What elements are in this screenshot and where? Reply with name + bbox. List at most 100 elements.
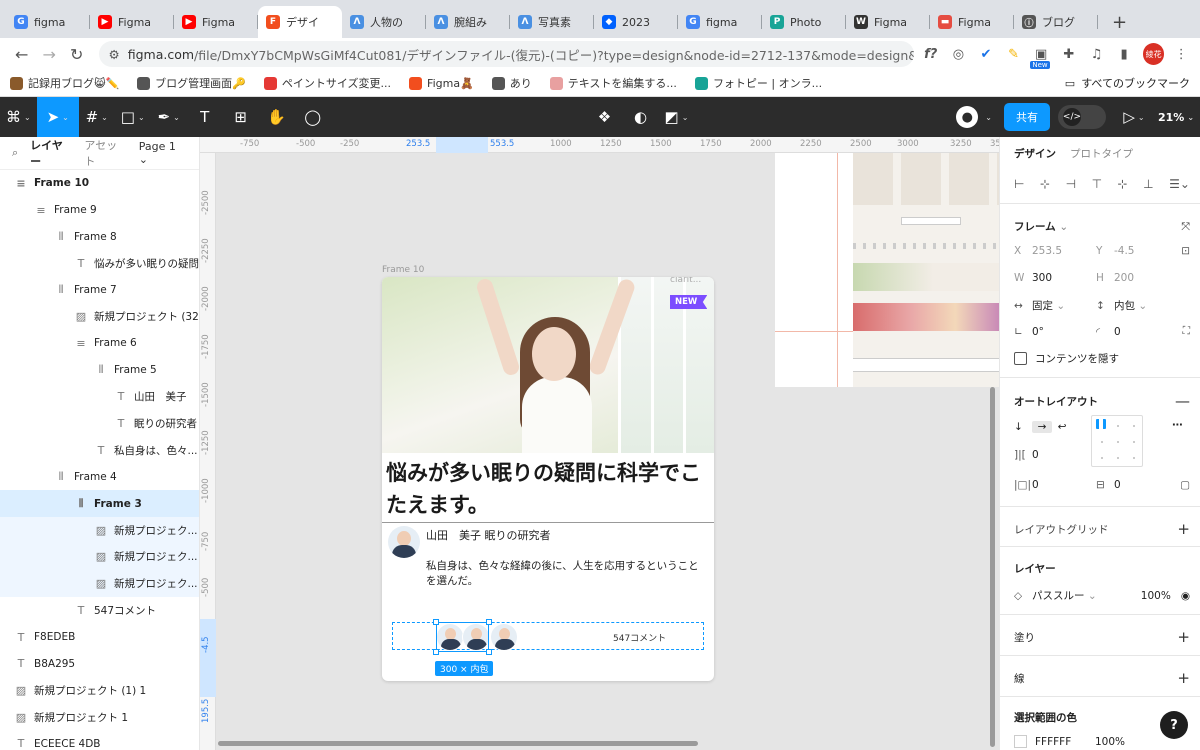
site-info-icon[interactable]: ⚙: [109, 47, 120, 62]
browser-tab[interactable]: W Figma: [846, 6, 930, 38]
absolute-position-icon[interactable]: ⊡: [1181, 245, 1190, 257]
fill-section[interactable]: 塗り +: [1014, 628, 1190, 646]
alignment-dot[interactable]: [1117, 457, 1119, 459]
profile-avatar[interactable]: 綾花: [1142, 43, 1165, 65]
layer-row[interactable]: T 眠りの研究者: [0, 410, 199, 437]
horizontal-scrollbar[interactable]: [218, 741, 698, 746]
wrap-direction-icon[interactable]: ↩: [1052, 421, 1072, 433]
tab-prototype[interactable]: プロトタイプ: [1070, 146, 1133, 161]
layer-row[interactable]: T 547コメント: [0, 597, 199, 624]
browser-tab[interactable]: ◆ 2023: [594, 6, 678, 38]
layer-row[interactable]: ≡ Frame 6: [0, 330, 199, 357]
avatars-row-frame[interactable]: 547コメント: [392, 619, 704, 655]
browser-tab[interactable]: Λ 人物の: [342, 6, 426, 38]
new-tab-button[interactable]: +: [1106, 6, 1133, 38]
layer-row[interactable]: T B8A295: [0, 650, 199, 677]
padding-v-input[interactable]: 0: [1114, 479, 1121, 491]
card-frame[interactable]: clarit... NEW 悩みが多い眠りの疑問に科学でこたえます。 山田 美子…: [382, 277, 714, 681]
browser-tab[interactable]: F デザイ: [258, 6, 342, 38]
align-center-h-icon[interactable]: ⊹: [1040, 177, 1050, 191]
align-bottom-icon[interactable]: ⊥: [1143, 177, 1153, 191]
hand-tool-icon[interactable]: ✋: [259, 97, 295, 137]
horizontal-direction-icon[interactable]: →: [1032, 421, 1052, 433]
kebab-menu-icon[interactable]: ⋮: [1170, 43, 1192, 65]
align-right-icon[interactable]: ⊣: [1066, 177, 1076, 191]
layer-row[interactable]: ▨ 新規プロジェク...: [0, 516, 199, 544]
padding-h-input[interactable]: 0: [1032, 479, 1096, 491]
shape-tool-icon[interactable]: □ ⌄: [115, 97, 151, 137]
compass-extension-icon[interactable]: ◎: [948, 43, 970, 65]
layer-row[interactable]: T F8EDEB: [0, 624, 199, 651]
media-icon[interactable]: ♫: [1086, 43, 1108, 65]
frame-tool-icon[interactable]: # ⌄: [79, 97, 115, 137]
layer-row[interactable]: ▨ 新規プロジェクト (1) 1: [0, 677, 199, 704]
resize-handle[interactable]: [486, 619, 492, 625]
browser-tab[interactable]: Gfigma: [6, 6, 90, 38]
help-button[interactable]: ?: [1160, 711, 1188, 739]
individual-padding-icon[interactable]: ▢: [1180, 479, 1190, 491]
width-mode-select[interactable]: 固定 ⌄: [1032, 298, 1096, 313]
move-tool-icon[interactable]: ➤ ⌄: [36, 97, 79, 137]
comment-count[interactable]: 547コメント: [613, 631, 666, 644]
search-layers-icon[interactable]: ⌕: [12, 146, 18, 160]
color-swatch[interactable]: [1014, 735, 1027, 748]
layer-row[interactable]: ⫴ Frame 8: [0, 223, 199, 250]
zoom-dropdown[interactable]: 21% ⌄: [1152, 97, 1200, 137]
radius-input[interactable]: 0: [1114, 326, 1121, 338]
reload-icon[interactable]: ↻: [63, 40, 91, 68]
add-fill-icon[interactable]: +: [1177, 628, 1190, 646]
layer-row[interactable]: ⫴ Frame 5: [0, 357, 199, 384]
alignment-grid[interactable]: [1091, 415, 1143, 467]
layer-row[interactable]: ▨ 新規プロジェクト (32...: [0, 303, 199, 330]
back-icon[interactable]: ←: [8, 40, 36, 68]
user-menu[interactable]: ● ⌄: [950, 97, 998, 137]
pencil-extension-icon[interactable]: ✎: [1003, 43, 1025, 65]
alignment-dot[interactable]: [1096, 419, 1106, 429]
vertical-direction-icon[interactable]: ↓: [1014, 421, 1032, 433]
clip-content-checkbox[interactable]: [1014, 352, 1027, 365]
bookmark-item[interactable]: ブログ管理画面🔑: [137, 75, 246, 91]
align-top-icon[interactable]: ⊤: [1092, 177, 1102, 191]
add-layout-grid-icon[interactable]: +: [1177, 520, 1190, 538]
selection-box[interactable]: [433, 619, 492, 655]
pen-tool-icon[interactable]: ✒ ⌄: [151, 97, 187, 137]
align-left-icon[interactable]: ⊢: [1014, 177, 1024, 191]
alignment-dot[interactable]: [1117, 425, 1119, 427]
tab-layers[interactable]: レイヤー: [30, 137, 72, 169]
page-selector[interactable]: Page 1 ⌄: [139, 140, 187, 166]
gap-input[interactable]: 0: [1032, 449, 1039, 461]
frame-section-title[interactable]: フレーム ⌄ ⤧: [1014, 219, 1190, 234]
autolayout-section-title[interactable]: オートレイアウト —: [1014, 392, 1190, 410]
clip-content-label[interactable]: コンテンツを隠す: [1035, 351, 1119, 366]
bookmark-item[interactable]: あり: [491, 75, 532, 91]
resize-handle[interactable]: [433, 619, 439, 625]
tab-assets[interactable]: アセット: [84, 137, 126, 169]
alignment-dot[interactable]: [1101, 441, 1103, 443]
forward-icon[interactable]: →: [36, 40, 64, 68]
independent-corners-icon[interactable]: ⛶: [1183, 325, 1190, 338]
extensions-puzzle-icon[interactable]: ✚: [1058, 43, 1080, 65]
new-extension-icon[interactable]: ▣ New: [1030, 43, 1052, 69]
opacity-input[interactable]: 100%: [1141, 590, 1171, 602]
layer-row[interactable]: ⫴ Frame 3: [0, 490, 199, 517]
commenter-avatar[interactable]: [490, 623, 518, 651]
more-options-icon[interactable]: ⋯: [1172, 419, 1183, 431]
browser-tab[interactable]: P Photo: [762, 6, 846, 38]
color-opacity-input[interactable]: 100%: [1095, 736, 1125, 748]
stroke-section[interactable]: 線 +: [1014, 669, 1190, 687]
boolean-ops-icon[interactable]: ◩ ⌄: [658, 97, 694, 137]
url-input[interactable]: ⚙ figma.com/file/DmxY7bCMpWsGiMf4Cut081/…: [98, 41, 914, 67]
browser-tab[interactable]: ▶ Figma: [174, 6, 258, 38]
present-icon[interactable]: ▷ ⌄: [1116, 97, 1152, 137]
author-avatar[interactable]: [388, 526, 420, 558]
formula-extension-icon[interactable]: f?: [920, 43, 942, 65]
mask-icon[interactable]: ◐: [622, 97, 658, 137]
visibility-eye-icon[interactable]: ◉: [1181, 590, 1190, 602]
layer-row[interactable]: ▨ 新規プロジェクト 1: [0, 704, 199, 731]
dev-mode-toggle[interactable]: </>: [1057, 105, 1106, 129]
all-bookmarks-button[interactable]: ▭ すべてのブックマーク: [1065, 75, 1190, 91]
add-stroke-icon[interactable]: +: [1177, 669, 1190, 687]
remove-autolayout-icon[interactable]: —: [1175, 392, 1190, 410]
align-center-v-icon[interactable]: ⊹: [1118, 177, 1128, 191]
bookmark-item[interactable]: ペイントサイズ変更...: [263, 75, 391, 91]
